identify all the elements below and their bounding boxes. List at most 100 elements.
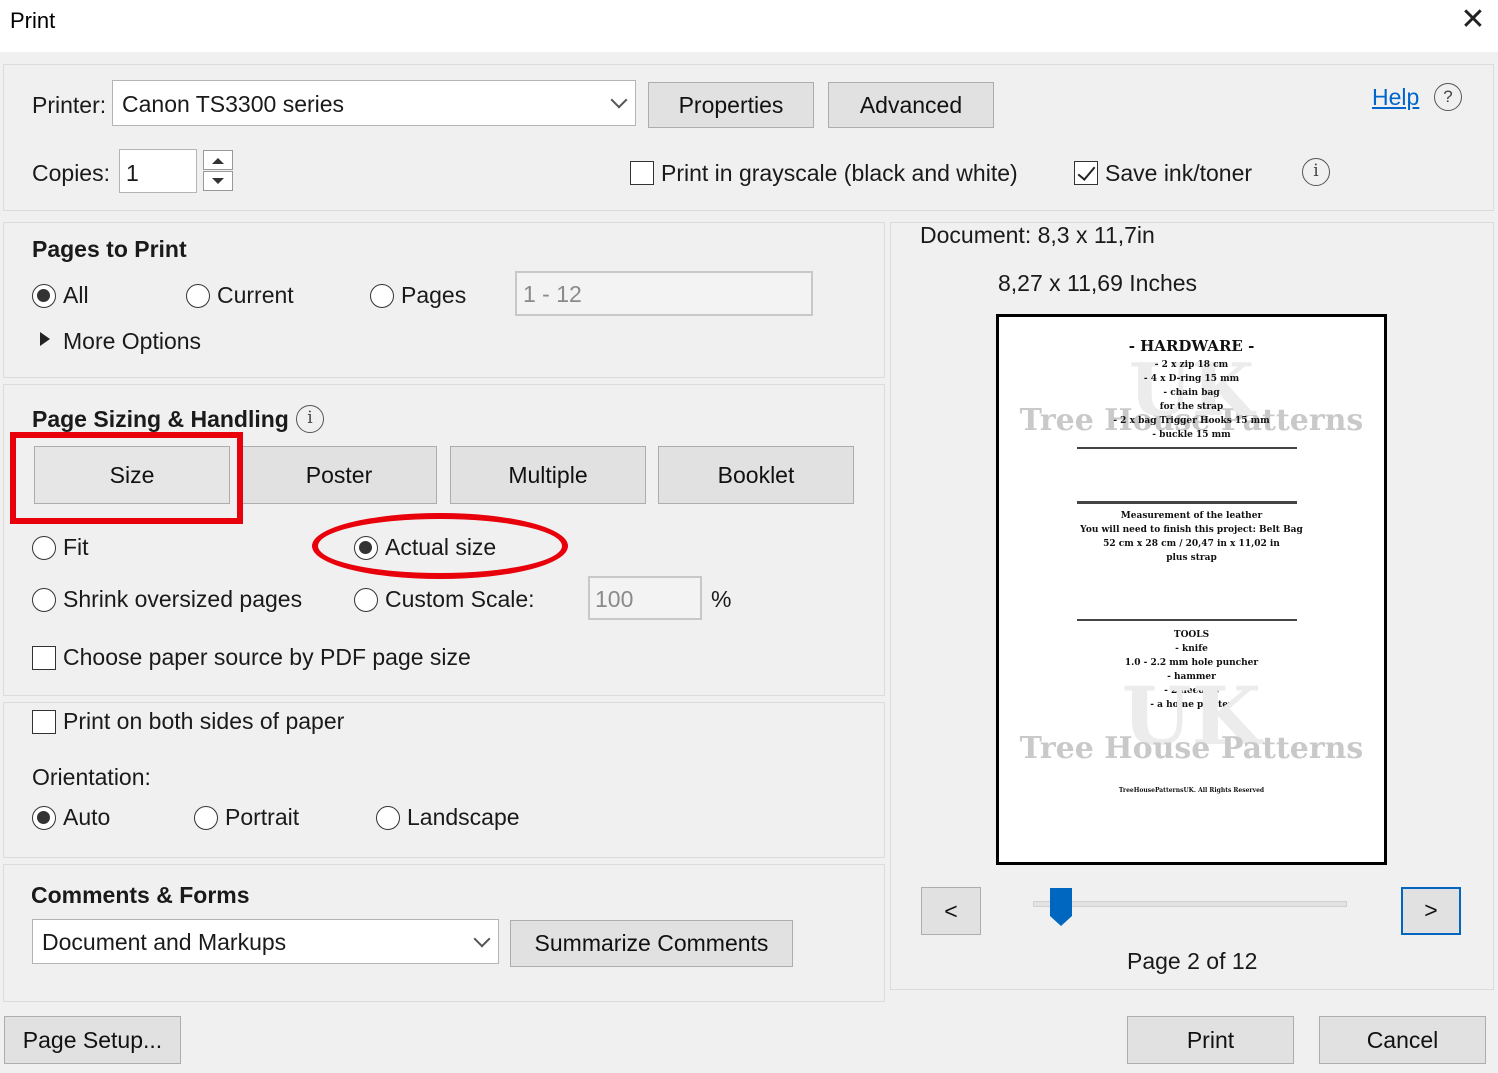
document-size: Document: 8,3 x 11,7in	[920, 222, 1155, 248]
hardware-item: - buckle 15 mm	[1152, 430, 1231, 440]
orientation-label: Orientation:	[32, 764, 151, 790]
page-preview: Tree House Patterns UK - HARDWARE - - 2 …	[996, 314, 1387, 865]
cancel-button[interactable]: Cancel	[1319, 1016, 1486, 1064]
fit-label: Fit	[63, 534, 89, 560]
pages-current-radio[interactable]	[186, 284, 210, 308]
pages-range-radio[interactable]	[370, 284, 394, 308]
tab-poster[interactable]: Poster	[241, 446, 437, 504]
divider-line	[1077, 619, 1297, 621]
pages-range-label: Pages	[401, 282, 467, 308]
watermark-bottom: Tree House Patterns	[1019, 731, 1364, 766]
summarize-comments-button[interactable]: Summarize Comments	[510, 920, 793, 967]
orientation-auto-radio[interactable]	[32, 806, 56, 830]
percent-label: %	[711, 586, 732, 612]
measurement-line: Measurement of the leather	[1120, 511, 1263, 521]
page-footer-text: TreeHousePatternsUK. All Rights Reserved	[1118, 787, 1265, 794]
orientation-portrait-label: Portrait	[225, 804, 300, 830]
copies-value: 1	[126, 160, 139, 186]
divider-line	[1077, 447, 1297, 449]
save-ink-checkbox[interactable]	[1074, 161, 1098, 185]
window-title: Print	[10, 8, 56, 33]
pages-range-value: 1 - 12	[523, 281, 582, 307]
printer-select[interactable]: Canon TS3300 series	[112, 80, 636, 126]
shrink-radio[interactable]	[32, 588, 56, 612]
copies-label: Copies:	[32, 160, 110, 186]
page-setup-button[interactable]: Page Setup...	[4, 1016, 181, 1064]
close-icon[interactable]: ✕	[1455, 2, 1491, 38]
expand-triangle-icon[interactable]	[40, 332, 50, 346]
measurement-line: plus strap	[1166, 553, 1217, 563]
tab-poster-label: Poster	[305, 462, 373, 488]
tab-multiple-label: Multiple	[508, 462, 588, 488]
properties-button-label: Properties	[678, 92, 784, 118]
hardware-item: - 4 x D-ring 15 mm	[1143, 374, 1240, 384]
properties-button[interactable]: Properties	[648, 82, 814, 128]
custom-scale-input[interactable]: 100	[588, 576, 702, 620]
page-status: Page 2 of 12	[1127, 948, 1258, 974]
page-slider-track[interactable]	[1033, 901, 1347, 907]
next-page-button[interactable]: >	[1401, 887, 1461, 935]
tab-booklet[interactable]: Booklet	[658, 446, 854, 504]
tab-booklet-label: Booklet	[717, 462, 795, 488]
save-ink-label: Save ink/toner	[1105, 160, 1253, 186]
custom-scale-label: Custom Scale:	[385, 586, 535, 612]
annotation-highlight-box	[10, 432, 243, 524]
hardware-item: - 2 x zip 18 cm	[1154, 360, 1229, 370]
both-sides-checkbox[interactable]	[32, 710, 56, 734]
page-sizing-info-icon[interactable]: i	[296, 405, 324, 433]
grayscale-checkbox[interactable]	[630, 161, 654, 185]
orientation-portrait-radio[interactable]	[194, 806, 218, 830]
tools-title: TOOLS	[1173, 630, 1210, 640]
tools-item: 1.0 - 2.2 mm hole puncher	[1124, 658, 1259, 668]
previous-page-button[interactable]: <	[921, 887, 981, 935]
comments-forms-value: Document and Markups	[42, 929, 287, 955]
copies-input[interactable]: 1	[119, 149, 197, 193]
pages-current-label: Current	[217, 282, 294, 308]
save-ink-info-icon[interactable]: i	[1302, 158, 1330, 186]
cancel-button-label: Cancel	[1366, 1027, 1439, 1053]
hardware-item: for the strap	[1159, 402, 1224, 412]
page-slider-thumb[interactable]	[1050, 888, 1073, 928]
copies-up-button[interactable]	[203, 150, 233, 170]
hardware-title: - HARDWARE -	[1128, 337, 1255, 355]
comments-forms-select[interactable]: Document and Markups	[32, 919, 499, 964]
pages-range-input[interactable]: 1 - 12	[515, 271, 813, 316]
paper-size: 8,27 x 11,69 Inches	[998, 270, 1198, 296]
print-button-label: Print	[1186, 1027, 1235, 1053]
custom-scale-value: 100	[595, 586, 634, 612]
help-question-icon[interactable]: ?	[1434, 83, 1462, 111]
copies-down-button[interactable]	[203, 171, 233, 191]
annotation-highlight-ellipse	[312, 513, 568, 579]
pages-to-print-heading: Pages to Print	[32, 236, 187, 262]
grayscale-label: Print in grayscale (black and white)	[661, 160, 1018, 186]
chevron-down-small-icon	[212, 178, 224, 184]
pages-all-label: All	[63, 282, 89, 308]
divider-line	[1077, 501, 1297, 504]
advanced-button[interactable]: Advanced	[828, 82, 994, 128]
chevron-down-icon	[610, 91, 628, 109]
page-sizing-heading: Page Sizing & Handling	[32, 406, 289, 432]
orientation-landscape-radio[interactable]	[376, 806, 400, 830]
hardware-item: - chain bag	[1163, 388, 1220, 398]
tools-item: - knife	[1175, 644, 1208, 654]
help-link[interactable]: Help	[1372, 84, 1419, 111]
both-sides-label: Print on both sides of paper	[63, 708, 345, 734]
orientation-auto-label: Auto	[63, 804, 111, 830]
fit-radio[interactable]	[32, 536, 56, 560]
paper-source-checkbox[interactable]	[32, 646, 56, 670]
summarize-comments-label: Summarize Comments	[534, 930, 769, 956]
hardware-item: - 2 x bag Trigger Hooks 15 mm	[1113, 416, 1270, 426]
measurement-line: You will need to finish this project: Be…	[1080, 525, 1303, 535]
advanced-button-label: Advanced	[859, 92, 963, 118]
custom-scale-radio[interactable]	[354, 588, 378, 612]
orientation-landscape-label: Landscape	[407, 804, 520, 830]
tab-multiple[interactable]: Multiple	[450, 446, 646, 504]
more-options-toggle[interactable]: More Options	[63, 328, 201, 355]
printer-label: Printer:	[32, 92, 107, 118]
print-button[interactable]: Print	[1127, 1016, 1294, 1064]
chevron-down-icon	[473, 930, 491, 947]
pages-all-radio[interactable]	[32, 284, 56, 308]
previous-page-label: <	[944, 898, 958, 924]
printer-select-value: Canon TS3300 series	[122, 91, 345, 117]
next-page-label: >	[1424, 897, 1438, 923]
